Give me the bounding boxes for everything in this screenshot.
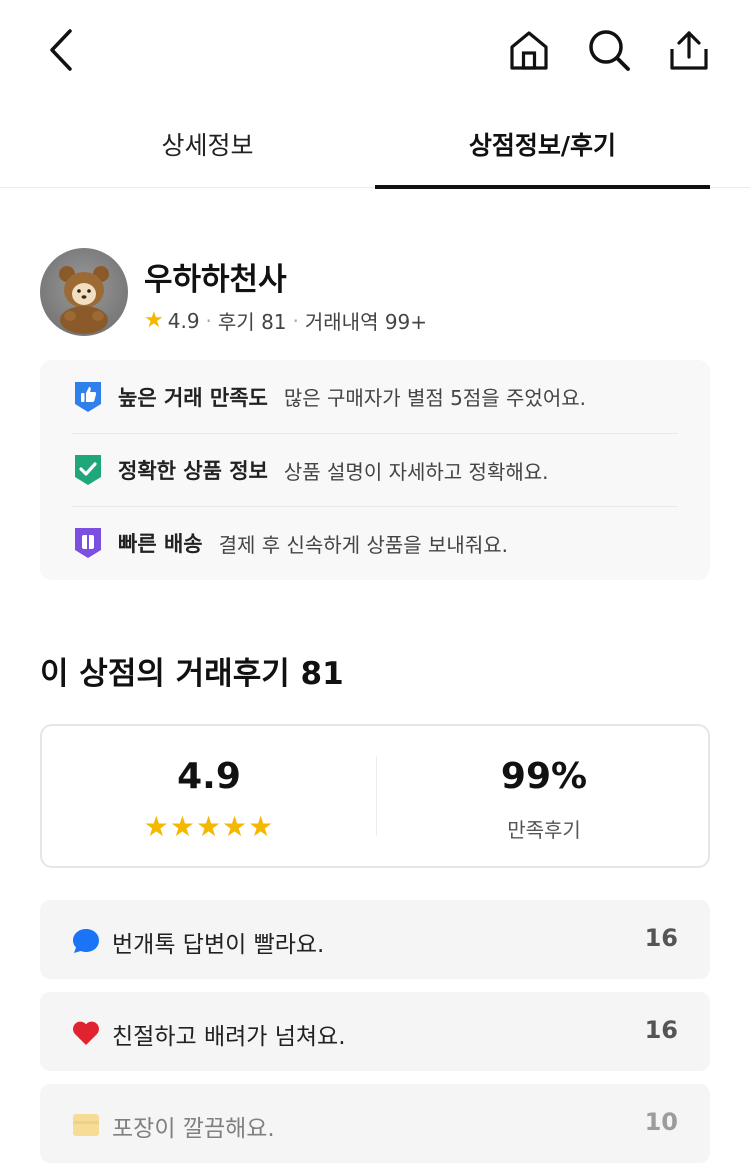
average-score: 4.9 [177, 756, 241, 797]
top-bar [0, 0, 750, 100]
review-tag-row[interactable]: 번개톡 답변이 빨라요. 16 [40, 900, 710, 979]
review-tag-count: 16 [644, 1016, 678, 1044]
shop-rating: 4.9 [167, 308, 200, 333]
badge-description: 결제 후 신속하게 상품을 보내줘요. [218, 532, 508, 557]
review-tag-row[interactable]: 친절하고 배려가 넘쳐요. 16 [40, 992, 710, 1071]
separator-dot: · [205, 308, 212, 333]
badge-description: 많은 구매자가 별점 5점을 주었어요. [283, 386, 586, 410]
shop-profile[interactable]: 우하하천사 ★ 4.9 · 후기 81 · 거래내역 99+ [40, 248, 710, 336]
badge-accurate-info: 정확한 상품 정보 상품 설명이 자세하고 정확해요. [72, 433, 678, 506]
package-icon [73, 1114, 99, 1136]
star-rating-icon: ★★★★★ [143, 810, 275, 843]
satisfaction-percent: 99% [500, 756, 588, 797]
review-score-summary: 4.9 ★★★★★ 99% 만족후기 [40, 724, 710, 868]
badge-fast-delivery: 빠른 배송 결제 후 신속하게 상품을 보내줘요. [72, 506, 678, 579]
home-icon [510, 31, 548, 70]
shop-trade-count[interactable]: 거래내역 99+ [305, 306, 427, 335]
search-icon [589, 30, 630, 71]
satisfaction-label: 만족후기 [507, 818, 581, 842]
separator-dot: · [292, 308, 299, 333]
review-tag-count: 16 [644, 924, 678, 952]
shop-stats: ★ 4.9 · 후기 81 · 거래내역 99+ [144, 306, 427, 335]
tab-shop-reviews[interactable]: 상점정보/후기 [375, 100, 710, 189]
tab-bar: 상세정보 상점정보/후기 [0, 100, 750, 189]
badge-description: 상품 설명이 자세하고 정확해요. [283, 459, 549, 484]
avatar[interactable] [40, 248, 128, 336]
back-button[interactable] [36, 25, 86, 75]
shop-badges-card: 높은 거래 만족도 많은 구매자가 별점 5점을 주었어요. 정확한 상품 정보… [40, 360, 710, 580]
review-tag-row[interactable]: 포장이 깔끔해요. 10 [40, 1084, 710, 1163]
search-button[interactable] [584, 25, 634, 75]
box-shield-icon [75, 528, 101, 558]
heart-icon [73, 1021, 99, 1045]
review-tag-text: 친절하고 배려가 넘쳐요. [112, 1024, 346, 1050]
home-button[interactable] [504, 25, 554, 75]
star-icon: ★ [144, 308, 164, 333]
shop-review-count[interactable]: 후기 81 [218, 306, 287, 335]
bear-avatar-icon [59, 266, 109, 334]
chevron-left-icon [50, 29, 72, 71]
faded-overlay: 포장이 깔끔해요. 10 [40, 1084, 710, 1163]
badge-title: 높은 거래 만족도 [118, 385, 268, 410]
share-button[interactable] [664, 25, 714, 75]
review-tag-text: 포장이 깔끔해요. [112, 1116, 275, 1142]
share-icon [670, 31, 708, 70]
check-shield-icon [75, 455, 101, 485]
review-tag-text: 번개톡 답변이 빨라요. [112, 932, 325, 958]
tab-details[interactable]: 상세정보 [40, 100, 375, 188]
reviews-section-title: 이 상점의 거래후기 81 [40, 656, 344, 692]
badge-title: 정확한 상품 정보 [118, 459, 268, 483]
average-rating: 4.9 ★★★★★ [42, 726, 376, 866]
badge-title: 빠른 배송 [118, 532, 203, 556]
review-tag-count: 10 [644, 1108, 678, 1136]
chat-bubble-icon [73, 929, 99, 953]
shop-name: 우하하천사 [144, 262, 287, 298]
satisfaction-rate: 99% 만족후기 [377, 726, 711, 866]
badge-high-satisfaction: 높은 거래 만족도 많은 구매자가 별점 5점을 주었어요. [72, 360, 678, 433]
thumbs-up-shield-icon [75, 381, 101, 412]
